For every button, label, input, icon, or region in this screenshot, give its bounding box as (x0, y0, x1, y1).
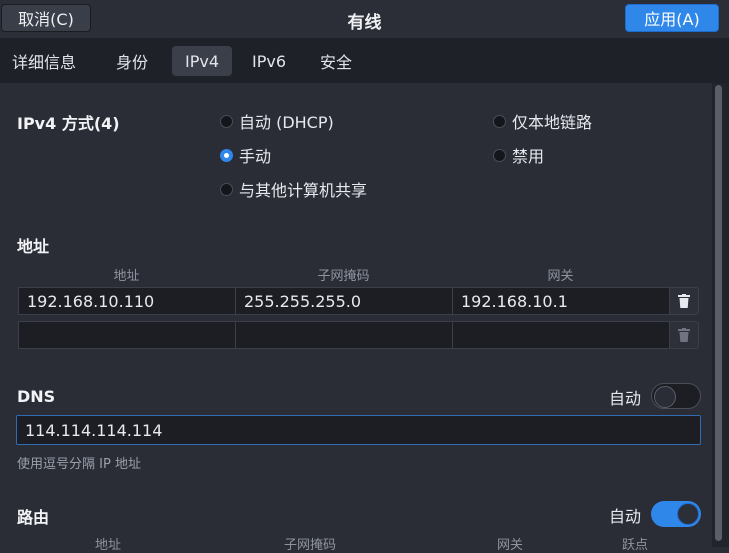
address-field[interactable]: 192.168.10.110 (18, 287, 236, 315)
address-field[interactable] (18, 321, 236, 349)
column-header-gateway: 网关 (547, 269, 574, 284)
column-header-address: 地址 (113, 269, 140, 284)
radio-label: 禁用 (512, 147, 545, 166)
column-header-netmask: 子网掩码 (317, 269, 370, 284)
radio-label: 与其他计算机共享 (239, 181, 368, 200)
column-header-gateway: 网关 (496, 538, 523, 553)
column-header-metric: 跃点 (621, 538, 648, 553)
tab-ipv4[interactable]: IPv4 (172, 46, 232, 76)
radio-shared[interactable]: 与其他计算机共享 (220, 177, 367, 201)
gateway-field[interactable]: 192.168.10.1 (452, 287, 670, 315)
radio-manual[interactable]: 手动 (220, 143, 271, 167)
dns-label: DNS (17, 387, 56, 406)
tab-details[interactable]: 详细信息 (4, 46, 84, 76)
trash-icon (678, 294, 690, 308)
dns-auto-label: 自动 (609, 389, 642, 408)
ipv4-method-label: IPv4 方式(4) (17, 114, 120, 133)
header-bar: 取消(C) 有线 应用(A) (0, 0, 729, 38)
switch-knob (677, 503, 699, 525)
radio-label: 自动 (DHCP) (239, 113, 334, 132)
apply-button[interactable]: 应用(A) (625, 4, 719, 32)
radio-dot (220, 114, 233, 128)
radio-label: 仅本地链路 (512, 113, 593, 132)
dns-hint: 使用逗号分隔 IP 地址 (17, 457, 141, 472)
delete-address-button[interactable] (669, 287, 699, 315)
delete-address-button[interactable] (669, 321, 699, 349)
trash-icon (678, 328, 690, 342)
window-title: 有线 (347, 13, 382, 33)
radio-label: 手动 (239, 147, 272, 166)
radio-link-local[interactable]: 仅本地链路 (493, 109, 592, 133)
tab-bar: 详细信息 身份 IPv4 IPv6 安全 (0, 38, 729, 83)
radio-dot-selected (220, 148, 233, 162)
radio-dot (220, 182, 233, 196)
netmask-field[interactable]: 255.255.255.0 (235, 287, 453, 315)
routes-auto-switch[interactable] (651, 501, 701, 527)
radio-dot (493, 114, 506, 128)
column-header-netmask: 子网掩码 (283, 538, 336, 553)
dns-servers-input[interactable]: 114.114.114.114 (16, 415, 701, 445)
addresses-section-title: 地址 (17, 237, 50, 256)
routes-label: 路由 (17, 508, 50, 527)
radio-disabled[interactable]: 禁用 (493, 143, 544, 167)
netmask-field[interactable] (235, 321, 453, 349)
column-header-address: 地址 (94, 538, 121, 553)
switch-knob (654, 386, 676, 408)
ipv4-settings-panel: IPv4 方式(4) 自动 (DHCP) 仅本地链路 手动 禁用 与其他计算机共… (0, 83, 712, 553)
scrollbar-thumb[interactable] (715, 85, 722, 541)
tab-identity[interactable]: 身份 (108, 46, 156, 76)
routes-auto-label: 自动 (609, 507, 642, 526)
radio-dot (493, 148, 506, 162)
gateway-field[interactable] (452, 321, 670, 349)
vertical-scrollbar[interactable] (712, 83, 729, 547)
tab-ipv6[interactable]: IPv6 (244, 46, 294, 76)
tab-security[interactable]: 安全 (312, 46, 360, 76)
dns-auto-switch[interactable] (651, 383, 701, 409)
radio-dhcp[interactable]: 自动 (DHCP) (220, 109, 334, 133)
